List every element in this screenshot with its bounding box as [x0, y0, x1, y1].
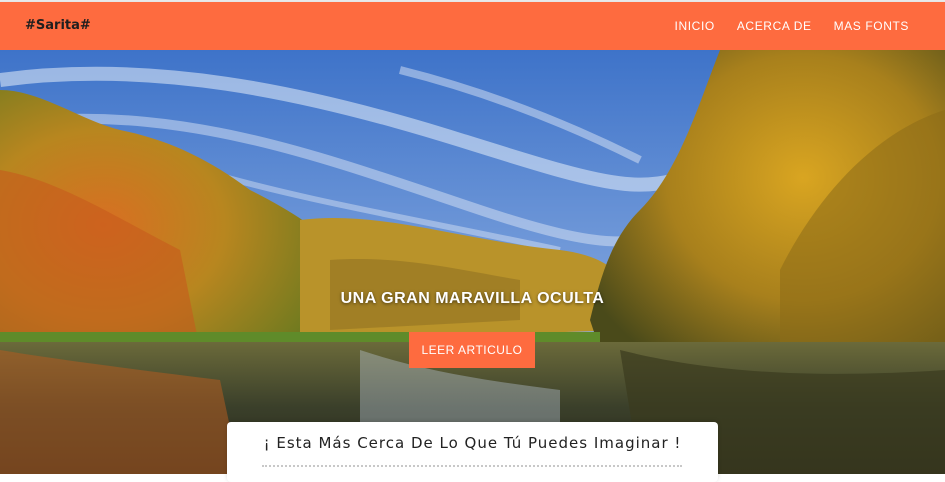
nav-links: INICIO ACERCA DE MAS FONTS [675, 19, 909, 33]
read-article-button[interactable]: LEER ARTICULO [409, 332, 535, 368]
hero-section: UNA GRAN MARAVILLA OCULTA LEER ARTICULO [0, 50, 945, 474]
card-title: ¡ Esta Más Cerca De Lo Que Tú Puedes Ima… [263, 434, 682, 452]
nav-link-inicio[interactable]: INICIO [675, 19, 715, 33]
hero-background-image [0, 50, 945, 474]
cutoff-text-line [262, 465, 682, 470]
brand-logo[interactable]: #Sarita# [25, 18, 91, 33]
content-card: ¡ Esta Más Cerca De Lo Que Tú Puedes Ima… [227, 422, 718, 482]
nav-link-acerca-de[interactable]: ACERCA DE [737, 19, 812, 33]
hero-title: UNA GRAN MARAVILLA OCULTA [340, 290, 605, 307]
navbar: #Sarita# INICIO ACERCA DE MAS FONTS [0, 2, 945, 50]
nav-link-mas-fonts[interactable]: MAS FONTS [834, 19, 909, 33]
